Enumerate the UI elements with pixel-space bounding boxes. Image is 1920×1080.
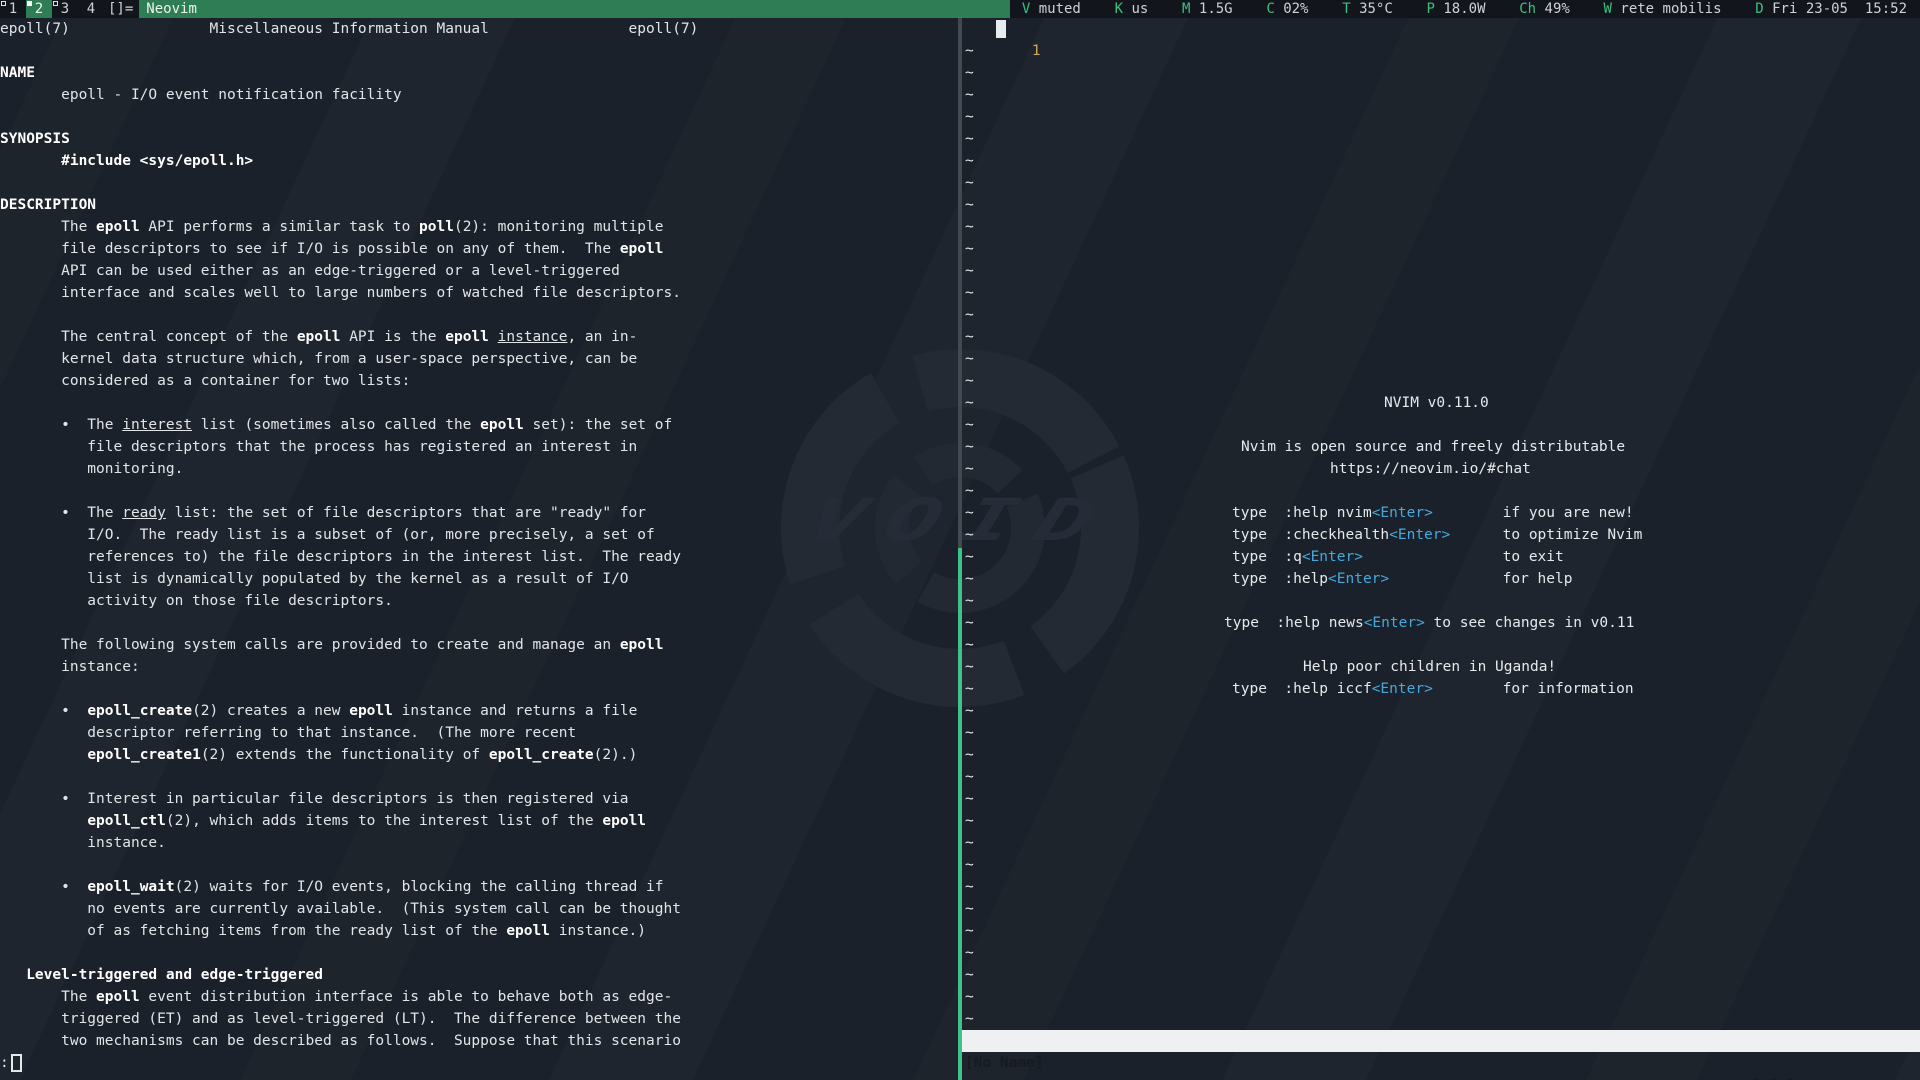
man-line: instance.	[0, 832, 958, 854]
man-line: triggered (ET) and as level-triggered (L…	[0, 1008, 958, 1030]
nvim-intro-line: type :checkhealth<Enter> to optimize Nvi…	[1232, 524, 1642, 546]
man-line	[0, 612, 958, 634]
tag-4[interactable]: 4	[78, 0, 104, 18]
man-line: activity on those file descriptors.	[0, 590, 958, 612]
man-line: considered as a container for two lists:	[0, 370, 958, 392]
neovim-pane[interactable]: 1 ~~~~~~~~~~~~~~~~~~~~~~~~~~~~~~~~~~~~~~…	[962, 18, 1920, 1080]
man-line: descriptor referring to that instance. (…	[0, 722, 958, 744]
man-line	[0, 480, 958, 502]
man-line: no events are currently available. (This…	[0, 898, 958, 920]
status-text: V muted K us M 1.5G C 02% T 35°C P 18.0W…	[1010, 0, 1920, 18]
pager-prompt[interactable]: :	[0, 1052, 22, 1074]
man-line: • The interest list (sometimes also call…	[0, 414, 958, 436]
man-line: The following system calls are provided …	[0, 634, 958, 656]
man-line: instance:	[0, 656, 958, 678]
nvim-intro-line: Help poor children in Uganda!	[1303, 656, 1556, 678]
man-line: The epoll event distribution interface i…	[0, 986, 958, 1008]
man-line: file descriptors to see if I/O is possib…	[0, 238, 958, 260]
man-line	[0, 172, 958, 194]
tag-1[interactable]: 1	[0, 0, 26, 18]
man-line: • The ready list: the set of file descri…	[0, 502, 958, 524]
nvim-intro: NVIM v0.11.0 Nvim is open source and free…	[962, 18, 1920, 1080]
nvim-intro-line: NVIM v0.11.0	[1384, 392, 1489, 414]
man-line	[0, 854, 958, 876]
man-line: list is dynamically populated by the ker…	[0, 568, 958, 590]
window-title: Neovim	[139, 0, 1010, 18]
man-line: file descriptors that the process has re…	[0, 436, 958, 458]
man-line: epoll_create1(2) extends the functionali…	[0, 744, 958, 766]
layout-symbol[interactable]: []=	[108, 0, 133, 18]
top-bar: 1234 []= Neovim V muted K us M 1.5G C 02…	[0, 0, 1920, 18]
man-line	[0, 106, 958, 128]
man-line	[0, 392, 958, 414]
buffer-name: [No Name]	[965, 1052, 1044, 1074]
man-line: references to) the file descriptors in t…	[0, 546, 958, 568]
tag-bar: 1234	[0, 0, 104, 18]
man-line: NAME	[0, 62, 958, 84]
man-line: DESCRIPTION	[0, 194, 958, 216]
man-line: kernel data structure which, from a user…	[0, 348, 958, 370]
tag-indicator	[1, 1, 6, 6]
man-line: • Interest in particular file descriptor…	[0, 788, 958, 810]
man-line: The epoll API performs a similar task to…	[0, 216, 958, 238]
man-line: • epoll_wait(2) waits for I/O events, bl…	[0, 876, 958, 898]
man-page-pane[interactable]: epoll(7) Miscellaneous Information Manua…	[0, 18, 958, 1080]
pager-cursor	[11, 1054, 22, 1072]
man-line: of as fetching items from the ready list…	[0, 920, 958, 942]
desktop: VOID 1234 []= Neovim V muted K us M 1.5G…	[0, 0, 1920, 1080]
tag-3[interactable]: 3	[52, 0, 78, 18]
man-line: I/O. The ready list is a subset of (or, …	[0, 524, 958, 546]
man-line: monitoring.	[0, 458, 958, 480]
pager-prompt-colon: :	[0, 1052, 9, 1074]
nvim-intro-line: type :q<Enter> to exit	[1232, 546, 1564, 568]
nvim-intro-line: Nvim is open source and freely distribut…	[1241, 436, 1625, 458]
man-line: two mechanisms can be described as follo…	[0, 1030, 958, 1052]
man-line: epoll(7) Miscellaneous Information Manua…	[0, 18, 958, 40]
tag-2[interactable]: 2	[26, 0, 52, 18]
nvim-intro-line: type :help news<Enter> to see changes in…	[1224, 612, 1634, 634]
man-line: epoll - I/O event notification facility	[0, 84, 958, 106]
man-line: #include <sys/epoll.h>	[0, 150, 958, 172]
man-line	[0, 766, 958, 788]
man-line	[0, 304, 958, 326]
tag-indicator	[27, 1, 32, 6]
man-line: Level-triggered and edge-triggered	[0, 964, 958, 986]
man-line: interface and scales well to large numbe…	[0, 282, 958, 304]
nvim-intro-line: type :help nvim<Enter> if you are new!	[1232, 502, 1634, 524]
man-line	[0, 678, 958, 700]
man-line: • epoll_create(2) creates a new epoll in…	[0, 700, 958, 722]
cursor-position: 0,0-1	[1751, 1074, 1795, 1080]
man-line	[0, 40, 958, 62]
man-line	[0, 942, 958, 964]
man-line: epoll_ctl(2), which adds items to the in…	[0, 810, 958, 832]
tag-indicator	[53, 1, 58, 6]
nvim-intro-line: https://neovim.io/#chat	[1330, 458, 1531, 480]
man-page-text: epoll(7) Miscellaneous Information Manua…	[0, 18, 958, 1052]
man-line: API can be used either as an edge-trigge…	[0, 260, 958, 282]
nvim-statusline: [No Name] 0,0-1 All	[962, 1030, 1920, 1052]
nvim-intro-line: type :help iccf<Enter> for information	[1232, 678, 1634, 700]
man-line: SYNOPSIS	[0, 128, 958, 150]
nvim-intro-line: type :help<Enter> for help	[1232, 568, 1572, 590]
man-line: The central concept of the epoll API is …	[0, 326, 958, 348]
